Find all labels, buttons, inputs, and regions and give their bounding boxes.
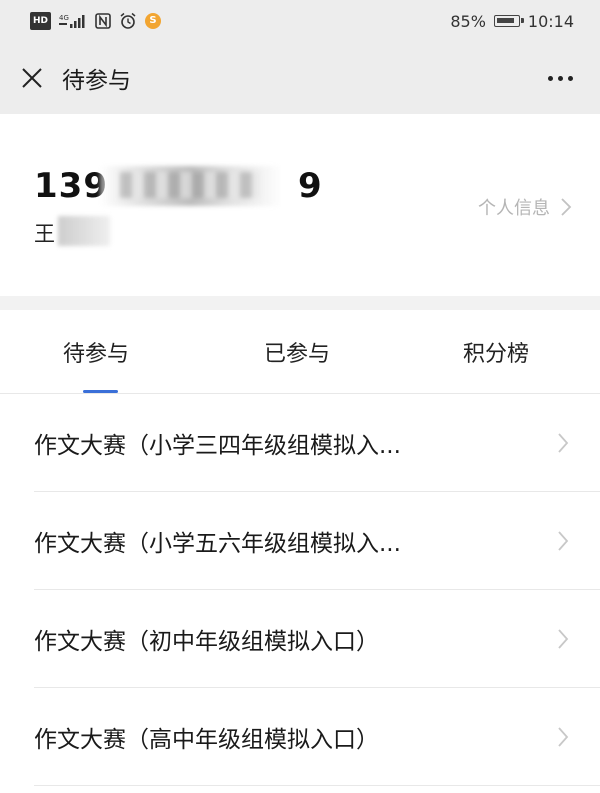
- tab-joined[interactable]: 已参与: [264, 336, 330, 368]
- hd-icon: HD: [30, 12, 52, 30]
- alarm-icon: [119, 12, 137, 30]
- status-bar: HD 4G S 85% 10:14: [0, 0, 600, 42]
- clock: 10:14: [527, 11, 574, 31]
- profile-info-label: 个人信息: [478, 198, 550, 219]
- phone-tail: 9: [297, 166, 323, 206]
- list-item[interactable]: 作文大赛（高中年级组模拟入口）: [0, 688, 600, 786]
- section-divider: [0, 296, 600, 310]
- list-item-title: 作文大赛（小学五六年级组模拟入...: [34, 531, 401, 557]
- nfc-icon: [95, 12, 111, 30]
- more-dot: [557, 75, 563, 81]
- phone-blur-mask: [100, 166, 282, 206]
- page-title: 待参与: [62, 68, 131, 94]
- tab-bar: 待参与 已参与 积分榜: [0, 310, 600, 394]
- more-dot: [567, 75, 573, 81]
- chevron-right-icon: [558, 433, 569, 453]
- list-item[interactable]: 作文大赛（小学五六年级组模拟入...: [0, 492, 600, 590]
- network-type: 4G: [59, 14, 69, 22]
- more-button[interactable]: [540, 66, 580, 90]
- more-dots-icon: [547, 75, 553, 81]
- tab-pending[interactable]: 待参与: [63, 336, 129, 368]
- tab-active-indicator: [83, 390, 118, 393]
- list-item-title: 作文大赛（高中年级组模拟入口）: [34, 727, 379, 753]
- chevron-right-icon: [561, 198, 572, 216]
- user-name: 王: [34, 222, 55, 246]
- status-right: 85% 10:14: [450, 12, 574, 31]
- list-item[interactable]: 作文大赛（小学三四年级组模拟入...: [0, 394, 600, 492]
- battery-icon: [493, 15, 524, 27]
- phone-visible: 139: [34, 166, 108, 206]
- nav-bar: 待参与: [0, 42, 600, 114]
- profile-card[interactable]: 139 9 王 个人信息: [0, 114, 600, 296]
- contest-list: 作文大赛（小学三四年级组模拟入... 作文大赛（小学五六年级组模拟入... 作文…: [0, 394, 600, 786]
- chevron-right-icon: [558, 727, 569, 747]
- page: HD 4G S 85% 10:14 待参与 139 9 王 个人信息 待参与 已…: [0, 0, 600, 793]
- list-item[interactable]: 作文大赛（初中年级组模拟入口）: [0, 590, 600, 688]
- profile-info-link[interactable]: 个人信息: [478, 194, 572, 220]
- battery-percent: 85%: [450, 11, 486, 31]
- list-item-title: 作文大赛（初中年级组模拟入口）: [34, 629, 379, 655]
- chevron-right-icon: [558, 629, 569, 649]
- close-button[interactable]: [2, 42, 62, 114]
- tab-leaderboard[interactable]: 积分榜: [463, 336, 529, 368]
- name-blur-mask: [58, 216, 110, 246]
- row-divider: [34, 785, 600, 786]
- list-item-title: 作文大赛（小学三四年级组模拟入...: [34, 433, 401, 459]
- signal-icon: 4G: [59, 12, 87, 30]
- chevron-right-icon: [558, 531, 569, 551]
- close-icon: [22, 68, 42, 88]
- status-left: HD 4G S: [30, 12, 162, 30]
- sogou-icon: S: [145, 13, 162, 29]
